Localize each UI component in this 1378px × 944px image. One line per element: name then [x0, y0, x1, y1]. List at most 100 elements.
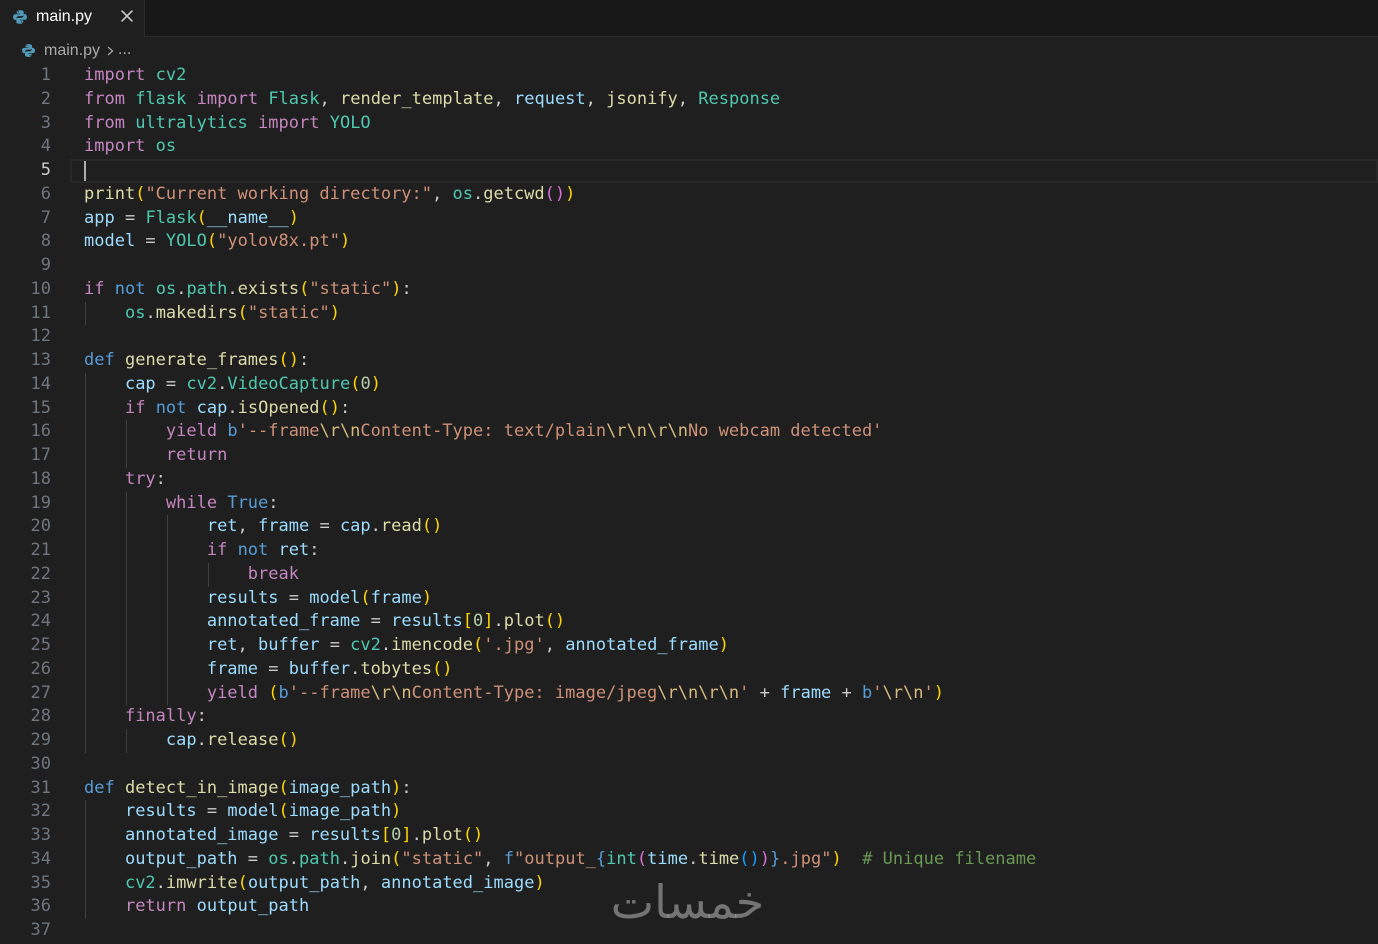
- token-type: cv2: [124, 872, 156, 893]
- token-number: 0: [472, 611, 484, 632]
- code-line[interactable]: while True:: [84, 491, 1378, 516]
- token-plain: .: [196, 730, 207, 750]
- token-bracket1: ): [565, 183, 576, 204]
- code-line[interactable]: annotated_image = results[0].plot(): [84, 824, 1378, 848]
- code-line[interactable]: if not os.path.exists("static"):: [84, 278, 1378, 302]
- code-line[interactable]: from flask import Flask, render_template…: [84, 88, 1378, 112]
- code-line[interactable]: ret, buffer = cv2.imencode('.jpg', annot…: [84, 634, 1378, 658]
- line-number: 7: [40, 207, 51, 228]
- breadcrumb-item-file[interactable]: main.py: [44, 37, 100, 64]
- code-line[interactable]: import cv2: [84, 64, 1378, 88]
- code-line[interactable]: finally:: [84, 705, 1378, 729]
- khamsat-watermark: خمسات: [610, 875, 765, 929]
- code-lines[interactable]: import cv2 from flask import Flask, rende…: [84, 64, 1378, 943]
- code-line[interactable]: break: [84, 562, 1378, 587]
- code-line[interactable]: cap.release(): [84, 729, 1378, 753]
- code-line[interactable]: app = Flask(__name__): [84, 207, 1378, 231]
- token-bracket1: (: [206, 231, 218, 252]
- indent-guide: [85, 871, 86, 896]
- indent-guide: [166, 515, 168, 539]
- token-plain: =: [319, 635, 351, 655]
- token-bracket1: (): [432, 658, 453, 679]
- code-line[interactable]: cap = cv2.VideoCapture(0): [84, 372, 1378, 397]
- token-bracket1: (): [421, 516, 443, 537]
- code-line[interactable]: return: [84, 444, 1378, 468]
- code-line[interactable]: print("Current working directory:", os.g…: [84, 183, 1378, 207]
- line-number: 9: [40, 255, 51, 275]
- token-bracket1: (: [350, 373, 361, 394]
- code-line[interactable]: yield b'--frame\r\nContent-Type: text/pl…: [84, 420, 1378, 444]
- code-line[interactable]: [84, 753, 1378, 777]
- code-line[interactable]: model = YOLO("yolov8x.pt"): [84, 230, 1378, 254]
- token-plain: :: [155, 468, 166, 489]
- indent-guide: [166, 634, 168, 658]
- code-line[interactable]: [84, 254, 1378, 278]
- code-editor[interactable]: 1 2 3 4 5 6 7 8 9 10 11 12 13 14 15 16 17 18 19 20 21 22 23 24 2…: [0, 64, 1378, 944]
- token-var: frame: [258, 516, 310, 537]
- token-var: annotated_frame: [565, 635, 719, 655]
- tab-main-py[interactable]: main.py: [0, 0, 145, 37]
- line-number: 34: [30, 848, 51, 869]
- token-type: int: [606, 848, 637, 869]
- token-bracket1: ): [391, 278, 402, 299]
- indent-guide: [85, 539, 86, 563]
- code-line[interactable]: [84, 325, 1378, 349]
- token-var: buffer: [258, 635, 320, 655]
- indent-guide: [85, 634, 86, 658]
- token-var: frame: [780, 682, 832, 703]
- code-line[interactable]: annotated_frame = results[0].plot(): [84, 610, 1378, 634]
- code-line[interactable]: results = model(image_path): [84, 800, 1378, 824]
- code-line[interactable]: if not ret:: [84, 539, 1378, 563]
- token-plain: ,: [237, 516, 259, 537]
- token-plain: =: [155, 373, 187, 394]
- line-number: 25: [30, 635, 51, 655]
- code-line[interactable]: os.makedirs("static"): [84, 301, 1378, 326]
- token-type: YOLO: [165, 231, 207, 252]
- code-line[interactable]: yield (b'--frame\r\nContent-Type: image/…: [84, 681, 1378, 706]
- indent-guide: [166, 681, 168, 706]
- token-func: imencode: [391, 635, 474, 655]
- code-line[interactable]: from ultralytics import YOLO: [84, 112, 1378, 136]
- token-bracket1: ): [421, 587, 433, 608]
- code-line[interactable]: ret, frame = cap.read(): [84, 515, 1378, 539]
- token-bracket1: (: [473, 635, 484, 655]
- token-plain: ,: [493, 88, 514, 109]
- breadcrumb-item-symbols[interactable]: ...: [118, 37, 131, 62]
- token-storage: def: [84, 350, 115, 370]
- token-bracket2: ): [759, 848, 771, 869]
- token-bracket1: ): [718, 635, 729, 655]
- code-line[interactable]: def detect_in_image(image_path):: [84, 777, 1378, 801]
- indent-guide: [85, 681, 86, 706]
- token-string: "static": [401, 848, 484, 869]
- token-func: plot: [421, 825, 463, 845]
- code-line[interactable]: def generate_frames():: [84, 349, 1378, 373]
- token-plain: .: [227, 278, 238, 299]
- code-line[interactable]: if not cap.isOpened():: [84, 396, 1378, 421]
- token-string: '--frame: [288, 682, 371, 703]
- indent-guide: [85, 515, 86, 539]
- code-line[interactable]: output_path = os.path.join("static", f"o…: [84, 847, 1378, 872]
- close-icon[interactable]: [118, 7, 136, 25]
- token-string: '--frame: [237, 421, 320, 442]
- token-bracket1: (: [278, 801, 289, 822]
- token-var: frame: [206, 658, 259, 679]
- code-line[interactable]: [84, 159, 1378, 183]
- token-var: model: [309, 587, 361, 608]
- token-plain: =: [237, 848, 269, 869]
- token-plain: :: [309, 540, 320, 560]
- token-plain: .: [155, 872, 166, 893]
- token-plain: .: [339, 848, 351, 869]
- token-string: "output_: [514, 848, 596, 869]
- code-line[interactable]: import os: [84, 135, 1378, 159]
- code-line[interactable]: frame = buffer.tobytes(): [84, 657, 1378, 682]
- token-plain: .: [370, 516, 381, 537]
- code-line[interactable]: try:: [84, 467, 1378, 492]
- line-number: 17: [30, 445, 51, 465]
- code-line[interactable]: results = model(frame): [84, 586, 1378, 611]
